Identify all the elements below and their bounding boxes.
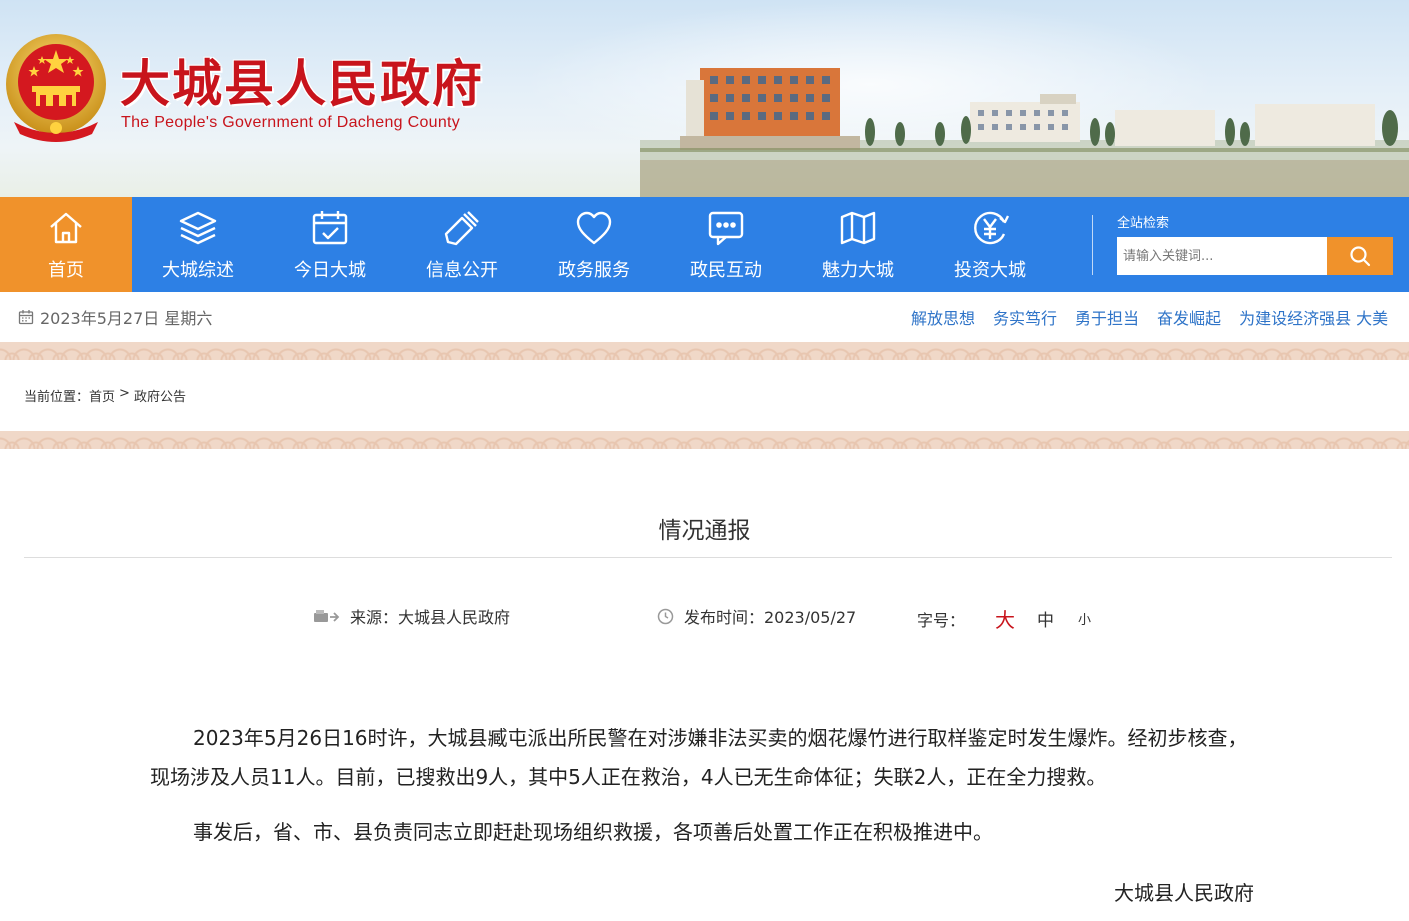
nav-item-label: 魅力大城 <box>822 259 894 281</box>
header-banner: 大城县人民政府 The People's Government of Dache… <box>0 0 1409 197</box>
font-size-large-button[interactable]: 大 <box>995 604 1015 633</box>
search-button[interactable] <box>1327 237 1393 275</box>
heart-icon <box>576 211 612 244</box>
slogan-item: 勇于担当 <box>1075 309 1140 328</box>
nav-item-services[interactable]: 政务服务 <box>528 197 660 292</box>
slogan-item: 解放思想 <box>911 309 976 328</box>
source-icon <box>314 610 340 622</box>
clock-icon <box>657 608 674 624</box>
article-signature: 大城县人民政府 <box>1114 881 1254 905</box>
current-date: 2023年5月27日 星期六 <box>18 305 212 329</box>
calendar-check-icon <box>312 210 348 244</box>
nav-item-label: 政民互动 <box>690 259 762 281</box>
search-label: 全站检索 <box>1117 216 1170 231</box>
search-box <box>1117 237 1393 275</box>
nav-divider <box>1092 215 1093 275</box>
font-size-label: 字号： <box>917 610 966 630</box>
article: 情况通报 来源：大城县人民政府 发布时间：2023/05/27 字号： 大 中 … <box>0 449 1409 921</box>
font-size-switcher: 字号： 大 中 小 <box>917 604 1091 633</box>
nav-item-home[interactable]: 首页 <box>0 197 132 292</box>
home-icon <box>50 212 82 243</box>
date-bar: 2023年5月27日 星期六 解放思想 务实笃行 勇于担当 奋发崛起 为建设经济… <box>0 292 1409 342</box>
article-paragraph: 事发后，省、市、县负责同志立即赶赴现场组织救援，各项善后处置工作正在积极推进中。 <box>193 820 993 844</box>
font-size-small-button[interactable]: 小 <box>1078 609 1091 628</box>
nav-item-label: 投资大城 <box>954 259 1026 281</box>
search-input[interactable] <box>1117 237 1327 275</box>
calendar-icon <box>18 310 34 325</box>
source-text: 来源：大城县人民政府 <box>350 608 511 627</box>
publish-time-text: 发布时间：2023/05/27 <box>684 608 857 627</box>
decorative-pattern-strip <box>0 342 1409 360</box>
building-scene-image <box>640 68 1409 197</box>
nav-item-label: 首页 <box>48 259 84 281</box>
breadcrumb-current-link[interactable]: 政府公告 <box>134 386 186 405</box>
nav-item-overview[interactable]: 大城综述 <box>132 197 264 292</box>
breadcrumb-row: 当前位置： 首页 > 政府公告 <box>0 360 1409 431</box>
national-emblem-icon <box>6 34 106 142</box>
title-divider <box>24 557 1392 558</box>
breadcrumb-prefix: 当前位置： <box>24 390 90 405</box>
article-publish-time: 发布时间：2023/05/27 <box>657 604 856 628</box>
site-subtitle: The People's Government of Dacheng Count… <box>121 114 461 131</box>
site-search: 全站检索 <box>1117 212 1393 275</box>
chat-icon <box>708 211 744 245</box>
slogan-marquee: 解放思想 务实笃行 勇于担当 奋发崛起 为建设经济强县 大美 <box>911 305 1409 329</box>
slogan-item: 为建设经济强县 大美 <box>1239 309 1389 328</box>
nav-item-invest[interactable]: 投资大城 <box>924 197 1056 292</box>
nav-item-charm[interactable]: 魅力大城 <box>792 197 924 292</box>
article-meta: 来源：大城县人民政府 发布时间：2023/05/27 字号： 大 中 小 <box>0 604 1409 632</box>
site-title: 大城县人民政府 <box>120 54 484 113</box>
nav-item-label: 政务服务 <box>558 259 630 281</box>
map-icon <box>840 211 876 244</box>
breadcrumb-home-link[interactable]: 首页 <box>89 386 115 405</box>
layers-icon <box>179 211 217 244</box>
nav-item-label: 信息公开 <box>426 259 498 281</box>
date-text: 2023年5月27日 星期六 <box>40 309 213 328</box>
tools-icon <box>444 210 479 245</box>
article-body: 2023年5月26日16时许，大城县臧屯派出所民警在对涉嫌非法买卖的烟花爆竹进行… <box>150 719 1260 852</box>
nav-item-label: 大城综述 <box>162 259 234 281</box>
article-paragraph: 2023年5月26日16时许，大城县臧屯派出所民警在对涉嫌非法买卖的烟花爆竹进行… <box>150 726 1248 789</box>
main-nav: 首页 大城综述 今日大城 信息公开 政务服务 政民互动 魅力大城 投资大城 全站… <box>0 197 1409 292</box>
breadcrumb-separator: > <box>119 386 130 401</box>
article-source: 来源：大城县人民政府 <box>314 604 510 628</box>
search-icon <box>1350 246 1371 267</box>
breadcrumb: 当前位置： 首页 > 政府公告 <box>24 386 186 405</box>
yuan-icon <box>974 211 1010 244</box>
nav-item-today[interactable]: 今日大城 <box>264 197 396 292</box>
font-size-medium-button[interactable]: 中 <box>1037 606 1054 631</box>
slogan-item: 奋发崛起 <box>1157 309 1222 328</box>
nav-item-interaction[interactable]: 政民互动 <box>660 197 792 292</box>
slogan-item: 务实笃行 <box>993 309 1058 328</box>
decorative-pattern-strip <box>0 431 1409 449</box>
nav-item-info[interactable]: 信息公开 <box>396 197 528 292</box>
article-title: 情况通报 <box>658 518 751 544</box>
nav-item-label: 今日大城 <box>294 259 366 281</box>
